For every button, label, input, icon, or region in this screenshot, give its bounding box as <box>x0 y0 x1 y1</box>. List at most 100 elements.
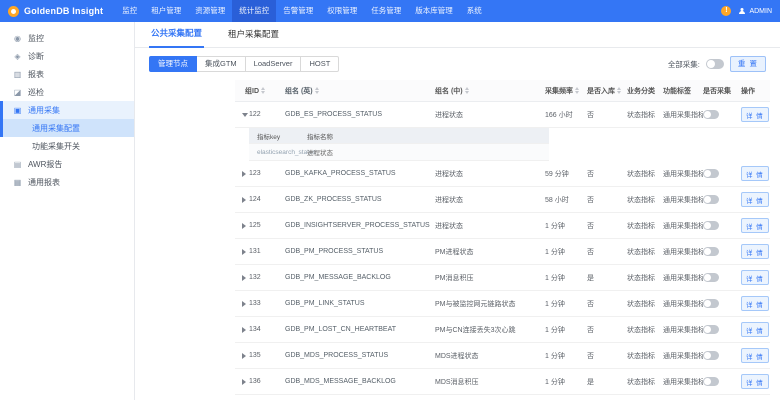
expand-row-icon[interactable] <box>242 326 246 333</box>
group-name-en-cell: GDB_PM_LINK_STATUS <box>285 300 365 307</box>
expand-cell <box>235 222 249 229</box>
collect-toggle[interactable] <box>703 195 719 204</box>
collect-cell <box>703 221 741 230</box>
group-name-cn-cell: MDS进程状态 <box>435 352 479 360</box>
detail-button[interactable]: 详 情 <box>741 374 769 389</box>
collect-toggle[interactable] <box>703 110 719 119</box>
top-nav-item[interactable]: 资源管理 <box>188 0 232 22</box>
column-header: 操作 <box>741 86 769 96</box>
group-name-en-cell: GDB_PM_MESSAGE_BACKLOG <box>285 274 391 281</box>
column-header[interactable]: 组ID <box>235 86 285 96</box>
group-name-cn-cell: 进程状态 <box>435 196 463 204</box>
sidebar-item[interactable]: ▦ 通用报表 <box>0 173 134 191</box>
detail-button[interactable]: 详 情 <box>741 322 769 337</box>
collect-all-toggle[interactable] <box>705 59 724 69</box>
top-nav-item[interactable]: 统计监控 <box>232 0 277 22</box>
group-name-en-cell: GDB_PM_PROCESS_STATUS <box>285 248 384 255</box>
group-name-cn-cell: 进程状态 <box>435 111 463 119</box>
node-filter-button[interactable]: 集成GTM <box>196 56 246 72</box>
collect-cell <box>703 247 741 256</box>
expand-row-icon[interactable] <box>242 378 246 385</box>
category-cell: 状态指标 <box>627 300 655 308</box>
group-id-cell: 123 <box>249 170 261 177</box>
detail-button[interactable]: 详 情 <box>741 296 769 311</box>
sidebar-item[interactable]: ▣ 通用采集 <box>0 101 134 119</box>
expand-row-icon[interactable] <box>242 248 246 255</box>
sidebar-subitem[interactable]: 功能采集开关 <box>0 137 134 155</box>
collect-toggle[interactable] <box>703 247 719 256</box>
group-name-en-cell: GDB_INSIGHTSERVER_PROCESS_STATUS <box>285 222 430 229</box>
column-header[interactable]: 组名 (中) <box>435 86 545 96</box>
tab-item[interactable]: 公共采集配置 <box>149 21 205 48</box>
store-flag-cell: 否 <box>587 300 594 308</box>
reset-button[interactable]: 重 置 <box>729 56 766 72</box>
awr-report-icon: ▤ <box>13 159 22 169</box>
node-filter-button[interactable]: HOST <box>300 56 340 72</box>
sidebar-item[interactable]: ▤ AWR报告 <box>0 155 134 173</box>
tab-item[interactable]: 租户采集配置 <box>226 22 281 47</box>
node-filter-button[interactable]: 管理节点 <box>149 56 197 72</box>
top-nav-item[interactable]: 系统 <box>460 0 489 22</box>
group-name-cn-cell: MDS消息积压 <box>435 378 479 386</box>
top-nav-item[interactable]: 版本库管理 <box>408 0 460 22</box>
detail-button[interactable]: 详 情 <box>741 244 769 259</box>
detail-button[interactable]: 详 情 <box>741 270 769 285</box>
collect-toggle[interactable] <box>703 273 719 282</box>
expand-row-icon[interactable] <box>242 170 246 177</box>
frequency-cell: 58 小时 <box>545 196 569 204</box>
user-menu[interactable]: ADMIN <box>738 7 772 15</box>
group-name-en-cell: GDB_MDS_PROCESS_STATUS <box>285 352 389 359</box>
frequency-cell: 1 分钟 <box>545 326 565 334</box>
metric-name-header: 指标名称 <box>307 133 333 141</box>
column-header[interactable]: 采集频率 <box>545 86 587 96</box>
sidebar-item-label: AWR报告 <box>28 159 63 169</box>
collect-toggle[interactable] <box>703 351 719 360</box>
category-cell: 状态指标 <box>627 196 655 204</box>
expand-row-icon[interactable] <box>242 222 246 229</box>
expand-row-icon[interactable] <box>242 274 246 281</box>
top-nav-item[interactable]: 监控 <box>115 0 144 22</box>
detail-button[interactable]: 详 情 <box>741 166 769 181</box>
collect-toggle[interactable] <box>703 221 719 230</box>
detail-button[interactable]: 详 情 <box>741 348 769 363</box>
column-header[interactable]: 组名 (英) <box>285 86 435 96</box>
collect-cell <box>703 299 741 308</box>
column-header[interactable]: 是否入库 <box>587 86 627 96</box>
group-name-en-cell: GDB_PM_LOST_CN_HEARTBEAT <box>285 326 396 333</box>
detail-button[interactable]: 详 情 <box>741 192 769 207</box>
sidebar-item[interactable]: ◉ 监控 <box>0 29 134 47</box>
group-name-cn-cell: PM与被监控网元链路状态 <box>435 300 516 308</box>
expand-row-icon[interactable] <box>242 352 246 359</box>
sort-icon <box>617 87 621 94</box>
category-cell: 状态指标 <box>627 248 655 256</box>
column-header: 业务分类 <box>627 86 663 96</box>
notification-icon[interactable]: ! <box>721 6 732 16</box>
tag-cell: 通用采集指标 <box>663 248 703 256</box>
table-row: 131 GDB_PM_PROCESS_STATUS PM进程状态 1 分钟 否 状态指标通… <box>235 239 770 265</box>
top-nav-item[interactable]: 权限管理 <box>320 0 364 22</box>
group-name-cn-cell: 进程状态 <box>435 170 463 178</box>
top-nav-item[interactable]: 租户管理 <box>144 0 188 22</box>
expand-cell <box>235 170 249 177</box>
sidebar-item[interactable]: ◪ 巡检 <box>0 83 134 101</box>
node-filter-button[interactable]: LoadServer <box>244 56 302 72</box>
detail-button[interactable]: 详 情 <box>741 107 769 122</box>
collect-toggle[interactable] <box>703 169 719 178</box>
collect-toggle[interactable] <box>703 325 719 334</box>
collect-toggle[interactable] <box>703 299 719 308</box>
top-nav-item[interactable]: 任务管理 <box>364 0 408 22</box>
collect-toggle[interactable] <box>703 377 719 386</box>
sort-down-icon <box>314 91 319 94</box>
expand-row-icon[interactable] <box>242 300 246 307</box>
expand-row-icon[interactable] <box>242 196 246 203</box>
sidebar-item[interactable]: ▥ 报表 <box>0 65 134 83</box>
top-nav-item[interactable]: 告警管理 <box>276 0 320 22</box>
sidebar-subitem[interactable]: 通用采集配置 <box>0 119 134 137</box>
table-row: 133 GDB_PM_LINK_STATUS PM与被监控网元链路状态 1 分钟 否 状态… <box>235 291 770 317</box>
sidebar-item[interactable]: ◈ 诊断 <box>0 47 134 65</box>
table-row: 136 GDB_MDS_MESSAGE_BACKLOG MDS消息积压 1 分钟 是 状态… <box>235 369 770 395</box>
detail-button[interactable]: 详 情 <box>741 218 769 233</box>
store-flag-cell: 否 <box>587 196 594 204</box>
frequency-cell: 166 小时 <box>545 111 573 119</box>
collapse-row-icon[interactable] <box>242 112 248 117</box>
